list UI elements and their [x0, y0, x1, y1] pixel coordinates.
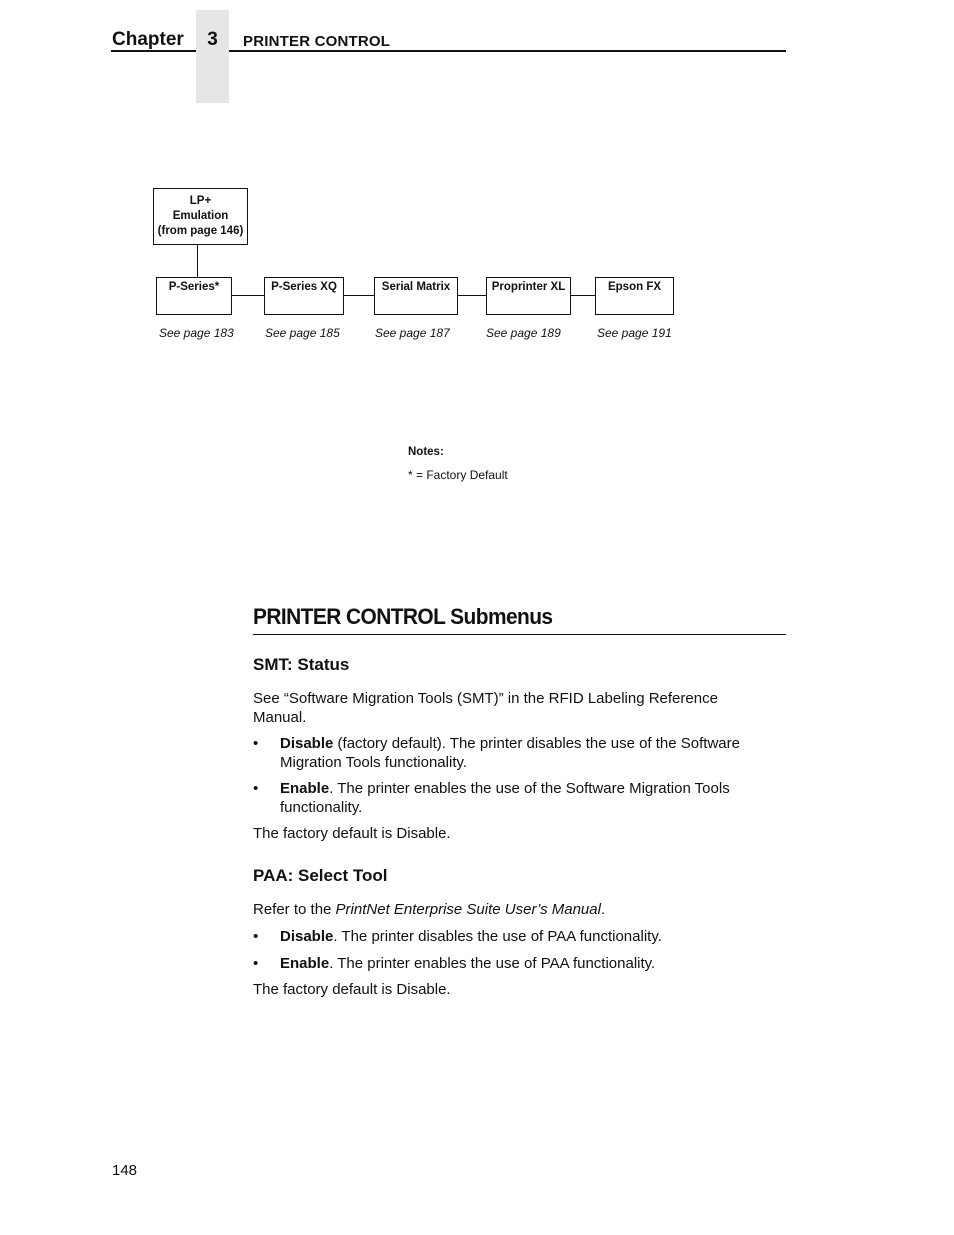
bullet-text-cont: functionality.: [280, 798, 363, 816]
see-page-ref: See page 185: [265, 326, 340, 340]
bullet-term: Disable: [280, 928, 334, 945]
connector: [458, 295, 486, 296]
smt-heading: SMT: Status: [253, 655, 350, 674]
bullet-icon: •: [253, 780, 259, 797]
child-box-p-series-xq: P-Series XQ: [264, 277, 344, 315]
page-number: 148: [112, 1162, 138, 1179]
chapter-label: Chapter: [112, 29, 184, 50]
child-label: P-Series XQ: [271, 281, 337, 293]
child-label: Proprinter XL: [491, 281, 566, 293]
notes-line: * = Factory Default: [408, 468, 508, 482]
bullet-text-cont: Migration Tools functionality.: [280, 753, 468, 771]
bullet-term: Enable: [280, 955, 330, 972]
child-box-serial-matrix: Serial Matrix: [374, 277, 458, 315]
paa-intro: Refer to the PrintNet Enterprise Suite U…: [253, 901, 783, 920]
notes-title: Notes:: [408, 446, 444, 458]
bullet-icon: •: [253, 928, 259, 945]
section-title: PRINTER CONTROL Submenus: [253, 604, 553, 629]
bullet-text: (factory default). The printer disables …: [333, 735, 740, 752]
smt-intro-line-1: See “Software Migration Tools (SMT)” in …: [253, 690, 718, 707]
see-page-ref: See page 191: [597, 326, 672, 340]
header-rule-left: [111, 50, 196, 52]
bullet-term: Enable: [280, 780, 330, 797]
see-page-ref: See page 187: [375, 326, 450, 340]
see-page-ref: See page 189: [486, 326, 561, 340]
root-line-2: Emulation: [172, 210, 229, 222]
paa-intro-prefix: Refer to the: [253, 901, 336, 918]
bullet-text: . The printer enables the use of PAA fun…: [329, 955, 656, 972]
header-rule-right: [229, 50, 786, 52]
child-label: P-Series*: [168, 281, 220, 293]
child-box-p-series: P-Series*: [156, 277, 232, 315]
bullet-term: Disable: [280, 735, 334, 752]
connector: [571, 295, 595, 296]
root-line-1: LP+: [189, 195, 212, 207]
connector: [344, 295, 374, 296]
root-box-lp-emulation: LP+ Emulation (from page 146): [153, 188, 248, 245]
chapter-tab-shading: [196, 10, 229, 103]
smt-default: The factory default is Disable.: [253, 825, 451, 842]
child-box-epson-fx: Epson FX: [595, 277, 674, 315]
connector: [232, 295, 264, 296]
child-label: Epson FX: [607, 281, 662, 293]
connector-root-to-children: [197, 245, 198, 277]
paa-default: The factory default is Disable.: [253, 981, 451, 998]
bullet-icon: •: [253, 735, 259, 752]
section-rule: [253, 634, 786, 635]
bullet-text: . The printer enables the use of the Sof…: [329, 780, 730, 797]
bullet-text: . The printer disables the use of PAA fu…: [333, 928, 662, 945]
smt-intro-line-2: Manual.: [253, 708, 307, 726]
child-box-proprinter-xl: Proprinter XL: [486, 277, 571, 315]
chapter-number: 3: [207, 29, 218, 50]
paa-heading: PAA: Select Tool: [253, 866, 388, 885]
paa-manual-title: PrintNet Enterprise Suite User’s Manual: [335, 901, 601, 918]
bullet-icon: •: [253, 955, 259, 972]
see-page-ref: See page 183: [159, 326, 234, 340]
paa-intro-suffix: .: [600, 901, 606, 918]
root-line-3: (from page 146): [157, 225, 244, 237]
smt-intro: See “Software Migration Tools (SMT)” in …: [253, 690, 783, 727]
chapter-title: PRINTER CONTROL: [243, 33, 391, 50]
child-label: Serial Matrix: [381, 281, 451, 293]
